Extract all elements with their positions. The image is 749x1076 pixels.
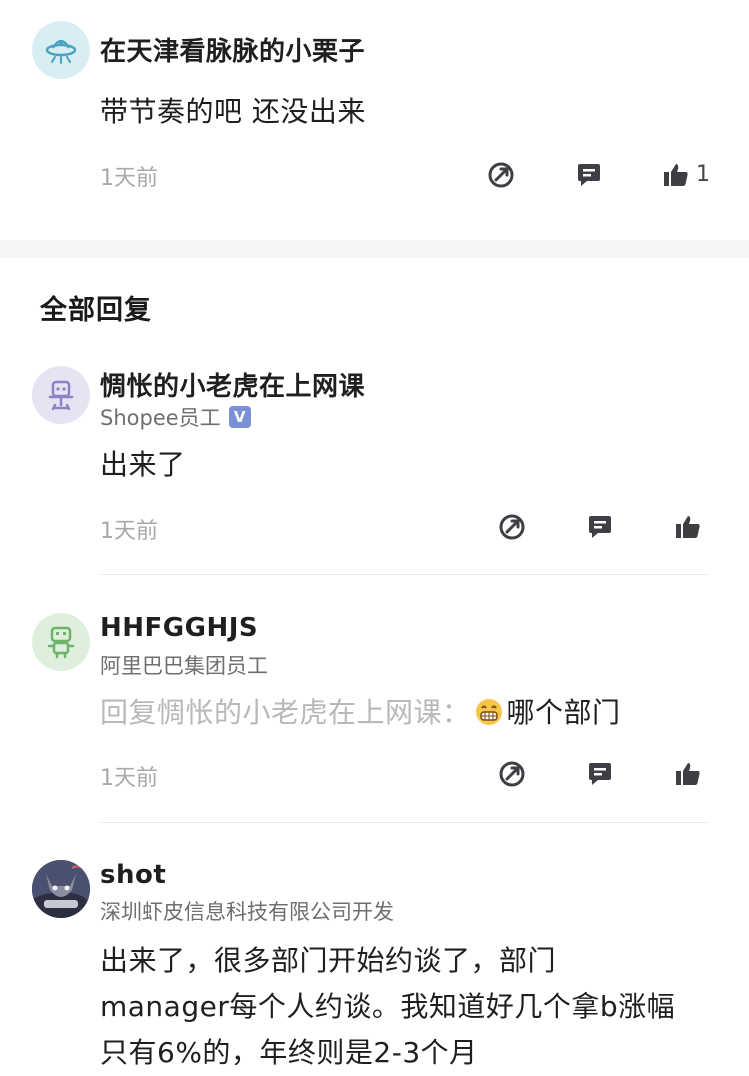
- comment-line: 只有6%的，年终则是2-3个月: [100, 1036, 478, 1069]
- divider: [100, 822, 710, 823]
- comment-body: 哪个部门: [506, 696, 621, 729]
- share-button[interactable]: [485, 159, 517, 191]
- like-button[interactable]: [672, 758, 704, 790]
- share-icon: [499, 514, 525, 540]
- username[interactable]: shot: [100, 860, 166, 890]
- reply-target[interactable]: 回复惆怅的小老虎在上网课：: [100, 696, 471, 729]
- thumbs-up-icon: [676, 763, 700, 785]
- comment-text: 带节奏的吧 还没出来: [100, 95, 366, 128]
- comment-text: 出来了: [100, 448, 186, 481]
- reply-button[interactable]: [573, 159, 605, 191]
- section-title: 全部回复: [40, 295, 152, 326]
- robot-icon: [47, 626, 75, 659]
- username[interactable]: 惆怅的小老虎在上网课: [100, 366, 365, 403]
- comment-text: 出来了，很多部门开始约谈了，部门 manager每个人约谈。我知道好几个拿b涨幅…: [100, 938, 720, 1076]
- share-button[interactable]: [496, 511, 528, 543]
- timestamp: 1天前: [100, 519, 158, 544]
- section-divider: [0, 240, 749, 258]
- timestamp: 1天前: [100, 166, 158, 191]
- top-comment: 在天津看脉脉的小栗子 带节奏的吧 还没出来 1天前 1: [0, 0, 749, 238]
- cat-photo-avatar: [32, 860, 90, 918]
- share-icon: [488, 162, 514, 188]
- office-chair-icon: [48, 380, 74, 411]
- like-button[interactable]: [672, 511, 704, 543]
- grin-emoji-icon: [475, 699, 502, 725]
- avatar[interactable]: [32, 21, 90, 79]
- divider: [100, 574, 710, 575]
- username[interactable]: 在天津看脉脉的小栗子: [100, 31, 365, 68]
- like-count: 1: [696, 162, 710, 187]
- comment-icon: [578, 164, 600, 186]
- company-label: 阿里巴巴集团员工: [100, 650, 268, 680]
- comment-icon: [589, 763, 611, 785]
- company-name: 阿里巴巴集团员工: [100, 654, 268, 678]
- avatar[interactable]: [32, 366, 90, 424]
- comment-line: 出来了，很多部门开始约谈了，部门: [100, 944, 557, 977]
- thumbs-up-icon: [664, 164, 688, 186]
- company-label: 深圳虾皮信息科技有限公司开发: [100, 896, 394, 926]
- like-button[interactable]: [660, 159, 692, 191]
- share-button[interactable]: [496, 758, 528, 790]
- reply-button[interactable]: [584, 758, 616, 790]
- company-name: Shopee员工: [100, 406, 221, 430]
- comment-text: 回复惆怅的小老虎在上网课： 哪个部门: [100, 690, 621, 736]
- avatar[interactable]: [32, 613, 90, 671]
- avatar[interactable]: [32, 860, 90, 918]
- username[interactable]: HHFGGHJS: [100, 613, 258, 643]
- ufo-icon: [45, 39, 77, 64]
- timestamp: 1天前: [100, 766, 158, 791]
- thumbs-up-icon: [676, 516, 700, 538]
- company-label: Shopee员工 V: [100, 402, 251, 432]
- comment-line: manager每个人约谈。我知道好几个拿b涨幅: [100, 990, 676, 1023]
- comment-icon: [589, 516, 611, 538]
- verified-badge: V: [228, 406, 251, 428]
- reply-button[interactable]: [584, 511, 616, 543]
- company-name: 深圳虾皮信息科技有限公司开发: [100, 900, 394, 924]
- share-icon: [499, 761, 525, 787]
